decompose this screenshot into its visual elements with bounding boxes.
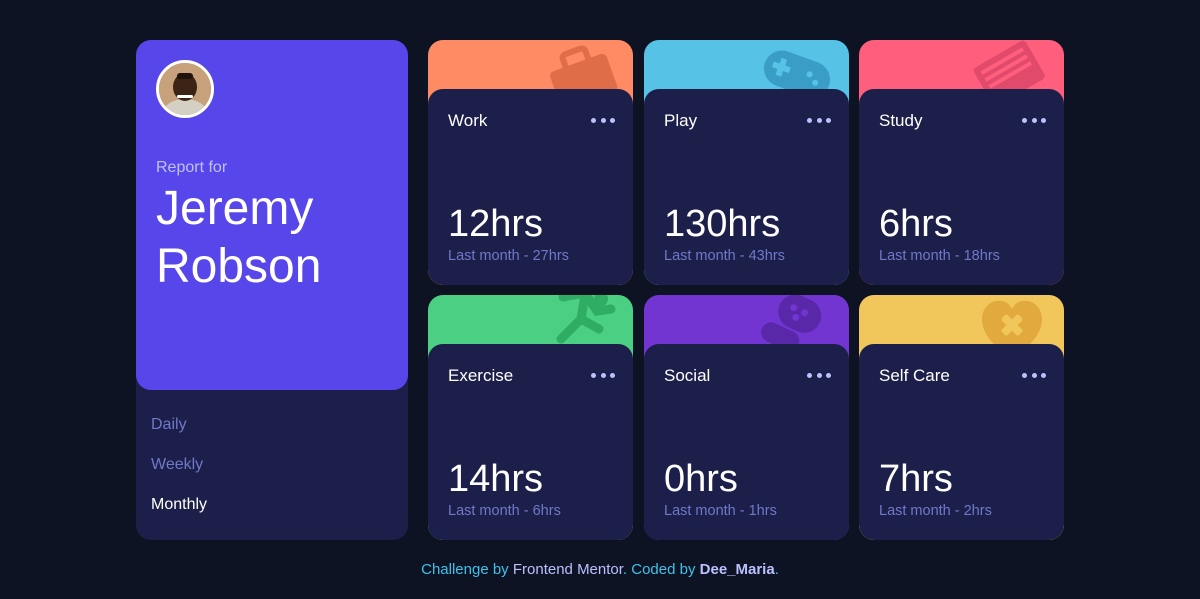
period-daily[interactable]: Daily: [151, 415, 207, 455]
card-hours: 14hrs: [448, 458, 544, 500]
card-previous: Last month - 18hrs: [879, 248, 1000, 264]
card-self-care: Self Care 7hrs Last month - 2hrs: [859, 295, 1064, 540]
card-self-care-body: Self Care 7hrs Last month - 2hrs: [859, 344, 1064, 540]
user-first-name: Jeremy: [156, 182, 314, 235]
card-title: Play: [664, 111, 698, 130]
profile-header: Report for Jeremy Robson: [136, 40, 408, 390]
card-study-body: Study 6hrs Last month - 18hrs: [859, 89, 1064, 285]
profile-card: Report for Jeremy Robson Daily Weekly Mo…: [136, 40, 408, 540]
card-play-body: Play 130hrs Last month - 43hrs: [644, 89, 849, 285]
card-title: Work: [448, 111, 488, 130]
card-previous: Last month - 6hrs: [448, 503, 561, 519]
card-title: Exercise: [448, 366, 514, 385]
card-exercise-body: Exercise 14hrs Last month - 6hrs: [428, 344, 633, 540]
card-previous: Last month - 2hrs: [879, 503, 992, 519]
avatar: [156, 60, 214, 118]
period-weekly[interactable]: Weekly: [151, 455, 207, 495]
frontend-mentor-link[interactable]: Frontend Mentor: [513, 561, 623, 578]
period-monthly[interactable]: Monthly: [151, 495, 207, 535]
dashboard: Report for Jeremy Robson Daily Weekly Mo…: [0, 0, 1200, 599]
card-hours: 0hrs: [664, 458, 738, 500]
ellipsis-icon[interactable]: [591, 366, 615, 384]
attribution: Challenge by Frontend Mentor. Coded by D…: [0, 561, 1200, 578]
card-previous: Last month - 27hrs: [448, 248, 569, 264]
card-hours: 7hrs: [879, 458, 953, 500]
card-hours: 12hrs: [448, 203, 544, 245]
report-label: Report for: [156, 159, 228, 176]
card-social-body: Social 0hrs Last month - 1hrs: [644, 344, 849, 540]
card-work: Work 12hrs Last month - 27hrs: [428, 40, 633, 285]
ellipsis-icon[interactable]: [1022, 366, 1046, 384]
card-previous: Last month - 43hrs: [664, 248, 785, 264]
attribution-prefix: Challenge by: [421, 561, 509, 578]
card-study: Study 6hrs Last month - 18hrs: [859, 40, 1064, 285]
card-title: Study: [879, 111, 923, 130]
period-switcher: Daily Weekly Monthly: [151, 415, 207, 535]
card-work-body: Work 12hrs Last month - 27hrs: [428, 89, 633, 285]
card-exercise: Exercise 14hrs Last month - 6hrs: [428, 295, 633, 540]
card-title: Self Care: [879, 366, 950, 385]
card-social: Social 0hrs Last month - 1hrs: [644, 295, 849, 540]
card-hours: 130hrs: [664, 203, 781, 245]
card-previous: Last month - 1hrs: [664, 503, 777, 519]
ellipsis-icon[interactable]: [807, 111, 831, 129]
avatar-image: [159, 63, 211, 115]
attribution-middle: . Coded by: [622, 561, 696, 578]
ellipsis-icon[interactable]: [807, 366, 831, 384]
card-hours: 6hrs: [879, 203, 953, 245]
attribution-suffix: .: [774, 561, 779, 578]
user-last-name: Robson: [156, 240, 322, 293]
card-title: Social: [664, 366, 711, 385]
card-play: Play 130hrs Last month - 43hrs: [644, 40, 849, 285]
author-link[interactable]: Dee_Maria: [700, 561, 775, 578]
ellipsis-icon[interactable]: [591, 111, 615, 129]
ellipsis-icon[interactable]: [1022, 111, 1046, 129]
user-name: Jeremy Robson: [156, 180, 396, 296]
